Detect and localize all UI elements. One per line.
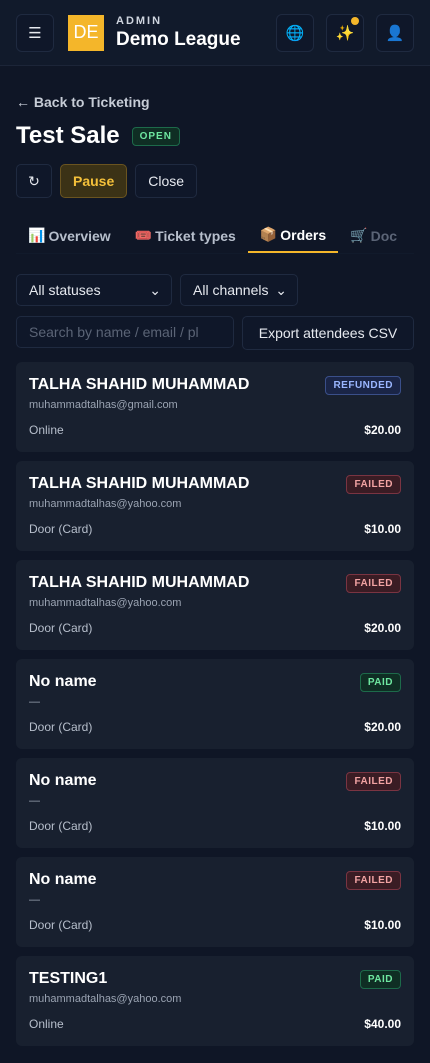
order-card[interactable]: No name — Door (Card) $20.00 PAID [16,659,414,749]
refresh-button[interactable]: ↻ [16,164,52,198]
search-input[interactable] [16,316,234,348]
order-channel: Online [29,1017,64,1031]
order-channel: Door (Card) [29,918,93,932]
order-email: muhammadtalhas@yahoo.com [29,498,182,510]
chevron-down-icon: ⌄ [149,281,161,298]
tab-docs[interactable]: 🛒 Doc [338,222,409,253]
orders-list: TALHA SHAHID MUHAMMAD muhammadtalhas@gma… [16,362,414,1046]
channel-filter-select[interactable]: All channels ⌄ [180,274,298,306]
sparkle-icon[interactable]: ✨ [326,13,364,52]
league-logo[interactable]: DE [68,14,104,51]
order-amount: $20.00 [364,621,401,635]
order-card[interactable]: TALHA SHAHID MUHAMMAD muhammadtalhas@yah… [16,560,414,650]
ticket-icon: 🎟️ [134,227,153,243]
order-status-badge: FAILED [346,574,401,593]
order-channel: Door (Card) [29,621,93,635]
tab-overview[interactable]: 📊 Overview [16,222,123,253]
package-icon: 📦 [259,226,278,242]
order-name: TESTING1 [29,970,108,987]
order-amount: $10.00 [364,918,401,932]
top-bar: ☰ DE ADMIN Demo League 🌐 ✨ 👤 [0,0,430,66]
chevron-down-icon: ⌄ [275,281,287,298]
order-status-badge: PAID [359,970,401,989]
order-status-badge: PAID [359,673,401,692]
order-channel: Door (Card) [29,819,93,833]
order-name: TALHA SHAHID MUHAMMAD [29,574,250,591]
brand: ADMIN Demo League [116,15,276,51]
user-icon[interactable]: 👤 [376,13,414,52]
order-status-badge: REFUNDED [325,376,401,395]
order-channel: Door (Card) [29,720,93,734]
order-name: TALHA SHAHID MUHAMMAD [29,475,250,492]
close-button[interactable]: Close [135,164,198,198]
order-email: muhammadtalhas@yahoo.com [29,993,182,1005]
order-status-badge: FAILED [346,772,401,791]
order-card[interactable]: No name — Door (Card) $10.00 FAILED [16,857,414,947]
order-status-badge: FAILED [346,871,401,890]
order-email: — [29,795,40,807]
order-name: No name [29,772,97,789]
status-badge: OPEN [131,126,180,146]
league-name[interactable]: Demo League [116,29,276,51]
order-channel: Door (Card) [29,522,93,536]
order-email: — [29,696,40,708]
order-amount: $10.00 [364,522,401,536]
order-amount: $20.00 [364,423,401,437]
status-filter-select[interactable]: All statuses ⌄ [16,274,172,306]
tab-orders[interactable]: 📦 Orders [247,222,339,253]
order-card[interactable]: No name — Door (Card) $10.00 FAILED [16,758,414,848]
order-email: muhammadtalhas@gmail.com [29,399,178,411]
order-email: — [29,894,40,906]
order-card[interactable]: TALHA SHAHID MUHAMMAD muhammadtalhas@yah… [16,461,414,551]
back-to-ticketing-link[interactable]: ← Back to Ticketing [16,94,150,110]
refresh-icon: ↻ [28,172,40,189]
export-attendees-button[interactable]: Export attendees CSV [242,316,414,350]
brand-kicker: ADMIN [116,14,163,27]
order-amount: $40.00 [364,1017,401,1031]
tab-ticket-types[interactable]: 🎟️ Ticket types [123,222,248,253]
order-name: No name [29,673,97,690]
order-status-badge: FAILED [346,475,401,494]
order-card[interactable]: TALHA SHAHID MUHAMMAD muhammadtalhas@gma… [16,362,414,452]
order-amount: $20.00 [364,720,401,734]
order-email: muhammadtalhas@yahoo.com [29,597,182,609]
cart-icon: 🛒 [350,227,368,243]
chart-icon: 📊 [28,227,46,243]
tab-bar: 📊 Overview 🎟️ Ticket types 📦 Orders 🛒 Doc [16,222,414,254]
order-card[interactable]: TESTING1 muhammadtalhas@yahoo.com Online… [16,956,414,1046]
order-amount: $10.00 [364,819,401,833]
notification-dot [351,16,359,25]
globe-icon[interactable]: 🌐 [276,13,314,52]
order-name: No name [29,871,97,888]
order-channel: Online [29,423,64,437]
pause-button[interactable]: Pause [60,164,128,198]
hamburger-icon[interactable]: ☰ [16,13,54,52]
page-title: Test Sale [16,122,120,149]
